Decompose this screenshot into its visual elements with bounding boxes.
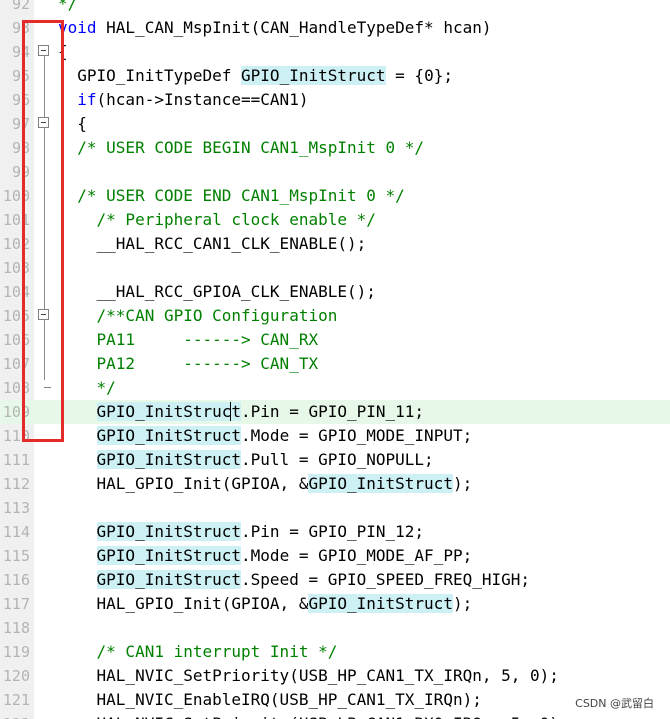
line-number: 105 xyxy=(2,307,30,325)
code-text[interactable]: HAL_NVIC_EnableIRQ(USB_HP_CAN1_TX_IRQn); xyxy=(58,688,482,712)
code-text[interactable]: */ xyxy=(58,376,116,400)
line-number: 118 xyxy=(2,619,30,637)
line-number: 106 xyxy=(2,331,30,349)
code-text[interactable]: /* Peripheral clock enable */ xyxy=(58,208,376,232)
code-editor[interactable]: 92 */ 93 void HAL_CAN_MspInit(CAN_HandleTyp… xyxy=(0,0,670,719)
line-number: 96 xyxy=(11,91,30,109)
line-number: 92 xyxy=(11,0,30,13)
code-line[interactable]: 103 xyxy=(0,256,670,280)
code-text[interactable]: GPIO_InitStruct.Speed = GPIO_SPEED_FREQ_… xyxy=(58,568,530,592)
code-line[interactable]: 119 /* CAN1 interrupt Init */ xyxy=(0,640,670,664)
code-text[interactable]: void HAL_CAN_MspInit(CAN_HandleTypeDef* … xyxy=(58,16,491,40)
code-text[interactable]: HAL_GPIO_Init(GPIOA, &GPIO_InitStruct); xyxy=(58,592,472,616)
code-line[interactable]: 120 HAL_NVIC_SetPriority(USB_HP_CAN1_TX_… xyxy=(0,664,670,688)
line-number: 110 xyxy=(2,427,30,445)
line-number: 99 xyxy=(11,163,30,181)
code-line[interactable]: 112 HAL_GPIO_Init(GPIOA, &GPIO_InitStruc… xyxy=(0,472,670,496)
code-line[interactable]: 105 /**CAN GPIO Configuration xyxy=(0,304,670,328)
fold-toggle-icon[interactable] xyxy=(38,117,49,128)
line-number: 94 xyxy=(11,43,30,61)
code-text[interactable]: { xyxy=(58,112,87,136)
line-number: 93 xyxy=(11,19,30,37)
code-text[interactable]: HAL_GPIO_Init(GPIOA, &GPIO_InitStruct); xyxy=(58,472,472,496)
line-number: 107 xyxy=(2,355,30,373)
line-number: 115 xyxy=(2,547,30,565)
line-number: 117 xyxy=(2,595,30,613)
line-number: 100 xyxy=(2,187,30,205)
line-number: 95 xyxy=(11,67,30,85)
code-line[interactable]: 93 void HAL_CAN_MspInit(CAN_HandleTypeDef… xyxy=(0,16,670,40)
line-number: 108 xyxy=(2,379,30,397)
line-number: 103 xyxy=(2,259,30,277)
code-text[interactable]: HAL_NVIC_SetPriority(USB_LP_CAN1_RX0_IRQ… xyxy=(58,712,569,719)
line-number: 121 xyxy=(2,691,30,709)
line-number: 109 xyxy=(2,403,30,421)
code-text[interactable]: GPIO_InitStruct.Pin = GPIO_PIN_11; xyxy=(58,400,424,424)
line-number: 116 xyxy=(2,571,30,589)
line-number: 97 xyxy=(11,115,30,133)
code-text[interactable]: /* USER CODE END CAN1_MspInit 0 */ xyxy=(58,184,405,208)
code-text[interactable]: HAL_NVIC_SetPriority(USB_HP_CAN1_TX_IRQn… xyxy=(58,664,559,688)
code-line[interactable]: 107 PA12 ------> CAN_TX xyxy=(0,352,670,376)
code-line[interactable]: 117 HAL_GPIO_Init(GPIOA, &GPIO_InitStruc… xyxy=(0,592,670,616)
watermark: CSDN @武留白 xyxy=(575,697,654,710)
fold-toggle-icon[interactable] xyxy=(38,45,49,56)
code-line[interactable]: 114 GPIO_InitStruct.Pin = GPIO_PIN_12; xyxy=(0,520,670,544)
code-line[interactable]: 111 GPIO_InitStruct.Pull = GPIO_NOPULL; xyxy=(0,448,670,472)
code-line[interactable]: 121 HAL_NVIC_EnableIRQ(USB_HP_CAN1_TX_IR… xyxy=(0,688,670,712)
code-line[interactable]: 95 GPIO_InitTypeDef GPIO_InitStruct = {0… xyxy=(0,64,670,88)
code-text[interactable]: PA12 ------> CAN_TX xyxy=(58,352,319,376)
line-number: 119 xyxy=(2,643,30,661)
code-text[interactable]: __HAL_RCC_GPIOA_CLK_ENABLE(); xyxy=(58,280,376,304)
code-text[interactable]: /* CAN1 interrupt Init */ xyxy=(58,640,338,664)
code-text[interactable]: GPIO_InitStruct.Mode = GPIO_MODE_INPUT; xyxy=(58,424,472,448)
code-line[interactable]: 99 xyxy=(0,160,670,184)
code-line[interactable]: 102 __HAL_RCC_CAN1_CLK_ENABLE(); xyxy=(0,232,670,256)
line-number: 113 xyxy=(2,499,30,517)
code-text[interactable]: GPIO_InitStruct.Pin = GPIO_PIN_12; xyxy=(58,520,424,544)
code-line[interactable]: 100 /* USER CODE END CAN1_MspInit 0 */ xyxy=(0,184,670,208)
code-line[interactable]: 97 { xyxy=(0,112,670,136)
code-line[interactable]: 92 */ xyxy=(0,0,670,16)
line-number: 104 xyxy=(2,283,30,301)
code-line[interactable]: 108 */ xyxy=(0,376,670,400)
code-line[interactable]: 106 PA11 ------> CAN_RX xyxy=(0,328,670,352)
code-line[interactable]: 118 xyxy=(0,616,670,640)
line-number: 111 xyxy=(2,451,30,469)
fold-toggle-icon[interactable] xyxy=(38,309,49,320)
code-text[interactable]: /**CAN GPIO Configuration xyxy=(58,304,338,328)
code-text[interactable]: GPIO_InitStruct.Mode = GPIO_MODE_AF_PP; xyxy=(58,544,472,568)
line-number: 112 xyxy=(2,475,30,493)
code-line[interactable]: 110 GPIO_InitStruct.Mode = GPIO_MODE_INP… xyxy=(0,424,670,448)
code-text[interactable]: { xyxy=(58,40,68,64)
code-text[interactable]: __HAL_RCC_CAN1_CLK_ENABLE(); xyxy=(58,232,367,256)
code-line[interactable]: 94 { xyxy=(0,40,670,64)
code-text[interactable]: /* USER CODE BEGIN CAN1_MspInit 0 */ xyxy=(58,136,424,160)
code-line[interactable]: 101 /* Peripheral clock enable */ xyxy=(0,208,670,232)
code-line[interactable]: 98 /* USER CODE BEGIN CAN1_MspInit 0 */ xyxy=(0,136,670,160)
code-line[interactable]: 113 xyxy=(0,496,670,520)
fold-end-marker-icon xyxy=(44,376,51,388)
line-number: 101 xyxy=(2,211,30,229)
line-number: 114 xyxy=(2,523,30,541)
code-text[interactable]: */ xyxy=(58,0,77,16)
line-number: 102 xyxy=(2,235,30,253)
code-text[interactable]: GPIO_InitStruct.Pull = GPIO_NOPULL; xyxy=(58,448,434,472)
code-line[interactable]: 109 GPIO_InitStruct.Pin = GPIO_PIN_11; xyxy=(0,400,670,424)
code-text[interactable]: GPIO_InitTypeDef GPIO_InitStruct = {0}; xyxy=(58,64,453,88)
code-text[interactable]: if(hcan->Instance==CAN1) xyxy=(58,88,308,112)
code-text[interactable]: PA11 ------> CAN_RX xyxy=(58,328,319,352)
code-line[interactable]: 104 __HAL_RCC_GPIOA_CLK_ENABLE(); xyxy=(0,280,670,304)
code-line[interactable]: 115 GPIO_InitStruct.Mode = GPIO_MODE_AF_… xyxy=(0,544,670,568)
code-lines: 92 */ 93 void HAL_CAN_MspInit(CAN_HandleTyp… xyxy=(0,0,670,719)
code-line[interactable]: 116 GPIO_InitStruct.Speed = GPIO_SPEED_F… xyxy=(0,568,670,592)
code-line[interactable]: 96 if(hcan->Instance==CAN1) xyxy=(0,88,670,112)
code-line[interactable]: 122 HAL_NVIC_SetPriority(USB_LP_CAN1_RX0… xyxy=(0,712,670,719)
line-number: 98 xyxy=(11,139,30,157)
line-number: 120 xyxy=(2,667,30,685)
line-number: 122 xyxy=(0,712,34,719)
